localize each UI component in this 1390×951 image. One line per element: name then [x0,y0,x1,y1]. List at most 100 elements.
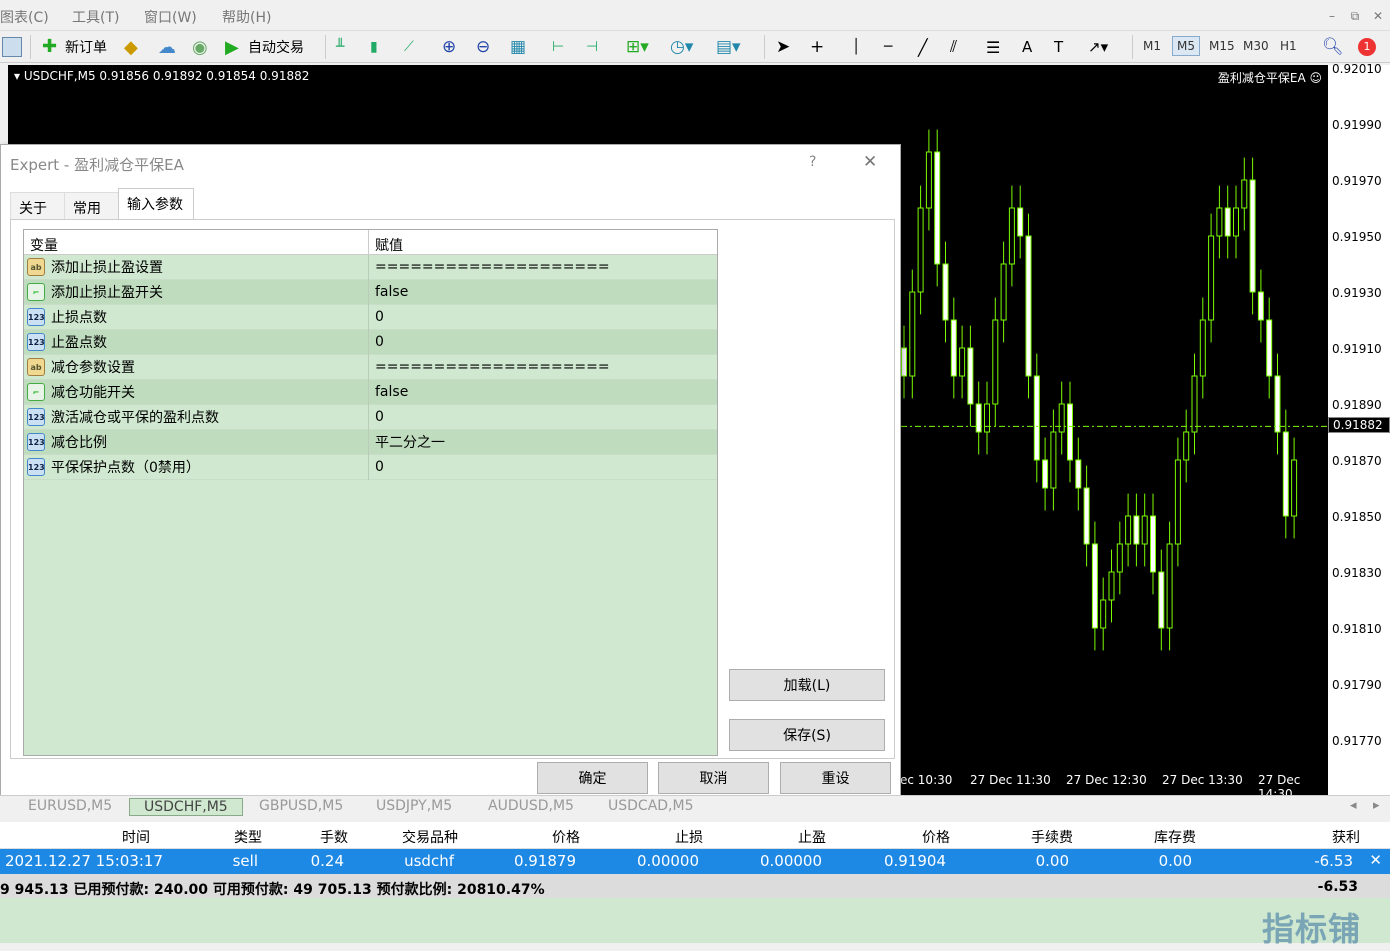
reset-button[interactable]: 重设 [780,762,891,794]
chart-tab-audusd[interactable]: AUDUSD,M5 [474,798,588,814]
candle-body [1100,599,1107,629]
horizontal-line-icon[interactable]: ─ [884,35,892,59]
save-button[interactable]: 保存(S) [729,719,885,751]
zoom-out-icon[interactable]: ⊖ [476,35,490,59]
chart-tab-usdcad[interactable]: USDCAD,M5 [594,798,707,814]
auto-trade-button[interactable]: ▶ 自动交易 [225,35,304,59]
param-value[interactable]: ==================== [369,359,610,375]
column-header[interactable]: 类型 [234,827,262,847]
vertical-line-icon[interactable]: │ [852,35,860,59]
table-row[interactable]: 2021.12.27 15:03:17 sell 0.24 usdchf 0.91879… [0,849,1390,874]
param-row[interactable]: ⌐ 减仓功能开关 false [24,379,717,405]
candle-body [1075,459,1082,489]
menu-tools[interactable]: 工具(T) [72,7,119,27]
chart-tab-gbpusd[interactable]: GBPUSD,M5 [245,798,357,814]
indicators-icon[interactable]: ⊞▾ [626,35,649,59]
new-order-button[interactable]: ✚ 新订单 [42,35,107,59]
load-button[interactable]: 加载(L) [729,669,885,701]
bar-chart-icon[interactable]: ╨ [336,35,344,59]
param-row[interactable]: 123 止盈点数 0 [24,329,717,355]
dialog-title: Expert - 盈利减仓平保EA [10,156,184,174]
param-row[interactable]: ab 添加止损止盈设置 ==================== [24,254,717,280]
param-row[interactable]: 123 减仓比例 平二分之一 [24,429,717,455]
column-header[interactable]: 止盈 [798,827,826,847]
param-value[interactable]: 0 [369,309,384,325]
column-header[interactable]: 止损 [675,827,703,847]
column-header[interactable]: 库存费 [1154,827,1196,847]
param-value[interactable]: 平二分之一 [369,432,445,452]
column-header[interactable]: 手数 [320,827,348,847]
menu-help[interactable]: 帮助(H) [222,7,271,27]
arrows-icon[interactable]: ↗▾ [1088,35,1108,59]
tab-about[interactable]: 关于 [10,192,65,219]
param-value[interactable]: 0 [369,409,384,425]
candle-body [1274,375,1281,433]
chart-shift-icon[interactable]: ⊣ [586,35,598,59]
param-name-cell: 123 减仓比例 [24,429,369,455]
column-header[interactable]: 时间 [122,827,150,847]
param-row[interactable]: ab 减仓参数设置 ==================== [24,354,717,380]
zoom-in-icon[interactable]: ⊕ [442,35,456,59]
templates-icon[interactable]: ▤▾ [716,35,741,59]
column-header[interactable]: 手续费 [1031,827,1073,847]
header-value[interactable]: 赋值 [369,230,409,254]
param-name: 激活减仓或平保的盈利点数 [51,410,219,426]
menu-window[interactable]: 窗口(W) [144,7,197,27]
column-header[interactable]: 价格 [552,827,580,847]
chart-tab-usdjpy[interactable]: USDJPY,M5 [362,798,466,814]
ok-button[interactable]: 确定 [537,762,648,794]
line-chart-icon[interactable]: ⟋ [404,35,414,59]
close-position-icon[interactable]: ✕ [1369,851,1382,869]
timeframe-m5[interactable]: M5 [1172,36,1200,56]
param-value[interactable]: 0 [369,459,384,475]
param-row[interactable]: ⌐ 添加止损止盈开关 false [24,279,717,305]
signals-icon[interactable]: ◉ [192,35,215,59]
cancel-button[interactable]: 取消 [658,762,769,794]
zoom-chart-icon[interactable] [2,35,25,59]
param-row[interactable]: 123 平保保护点数（0禁用） 0 [24,454,717,480]
trendline-icon[interactable]: ╱ [918,35,928,59]
tile-windows-icon[interactable]: ▦ [510,35,526,59]
cursor-icon[interactable]: ➤ [776,35,790,59]
collapse-arrow-icon[interactable]: ▾ [14,69,20,83]
auto-scroll-icon[interactable]: ⊢ [552,35,564,59]
restore-icon[interactable]: ⧉ [1346,8,1364,24]
menu-chart[interactable]: 图表(C) [0,7,49,27]
param-value[interactable]: false [369,284,408,300]
candle-body [1025,235,1032,377]
text-label-icon[interactable]: T [1054,35,1063,59]
minimize-icon[interactable]: – [1323,8,1341,24]
param-value[interactable]: false [369,384,408,400]
history-icon[interactable]: ☁ [158,35,181,59]
column-header[interactable]: 价格 [922,827,950,847]
tab-common[interactable]: 常用 [64,192,119,219]
help-icon[interactable]: ? [809,154,816,170]
column-header[interactable]: 交易品种 [402,827,458,847]
scroll-left-icon[interactable]: ◂ [1350,798,1357,813]
param-value[interactable]: 0 [369,334,384,350]
dialog-close-icon[interactable]: ✕ [863,152,877,172]
param-value[interactable]: ==================== [369,259,610,275]
timeframe-m15[interactable]: M15 [1209,39,1235,53]
timeframe-m30[interactable]: M30 [1243,39,1269,53]
periods-icon[interactable]: ◷▾ [670,35,693,59]
candle-chart-icon[interactable]: ▮ [370,35,378,59]
chart-tab-eurusd[interactable]: EURUSD,M5 [14,798,126,814]
crosshair-icon[interactable]: + [810,35,824,59]
search-icon[interactable]: 🔍︎ [1322,35,1344,59]
navigator-icon[interactable]: ◆ [124,35,147,59]
scroll-right-icon[interactable]: ▸ [1373,798,1380,813]
timeframe-h1[interactable]: H1 [1280,39,1297,53]
tab-inputs[interactable]: 输入参数 [118,188,194,219]
column-header[interactable]: 获利 [1332,827,1360,847]
param-row[interactable]: 123 止损点数 0 [24,304,717,330]
text-icon[interactable]: A [1022,35,1032,59]
close-icon[interactable]: ✕ [1369,8,1387,24]
channel-icon[interactable]: ⫽ [950,35,957,59]
chart-tab-usdchf[interactable]: USDCHF,M5 [129,798,243,816]
notification-icon[interactable]: 1 [1358,35,1376,59]
fibonacci-icon[interactable]: ☰ [986,35,1000,59]
header-variable[interactable]: 变量 [24,230,369,254]
param-row[interactable]: 123 激活减仓或平保的盈利点数 0 [24,404,717,430]
timeframe-m1[interactable]: M1 [1143,39,1161,53]
